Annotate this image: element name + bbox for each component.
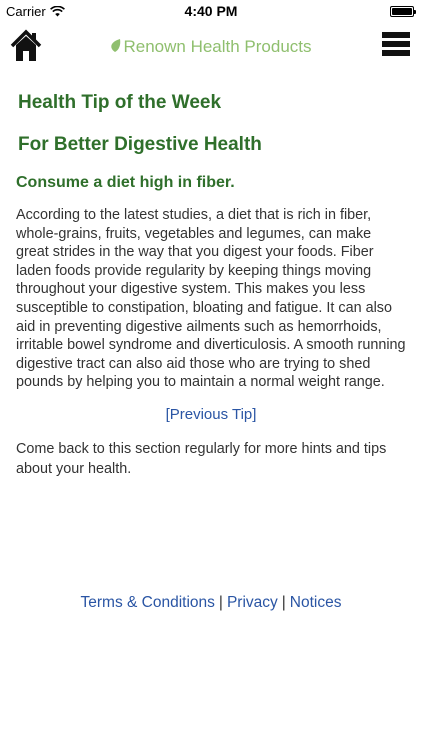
hamburger-menu-icon (382, 32, 410, 38)
status-bar: Carrier 4:40 PM (0, 0, 422, 22)
tip-headline: Consume a diet high in fiber. (16, 174, 235, 191)
footer-separator: | (281, 594, 286, 611)
menu-button[interactable] (382, 32, 410, 60)
previous-tip: [Previous Tip] (16, 406, 406, 423)
closing-text: Come back to this section regularly for … (16, 440, 387, 477)
brand-title[interactable]: Renown Health Products (0, 37, 422, 57)
status-time: 4:40 PM (184, 3, 238, 19)
footer-links: Terms & Conditions | Privacy | Notices (0, 594, 422, 612)
nav-bar: Renown Health Products (0, 26, 422, 70)
privacy-link[interactable]: Privacy (227, 594, 278, 611)
footer-separator: | (218, 594, 223, 611)
leaf-icon (111, 39, 121, 52)
terms-link[interactable]: Terms & Conditions (81, 594, 215, 611)
tip-title: For Better Digestive Health (18, 134, 262, 155)
notices-link[interactable]: Notices (290, 594, 342, 611)
battery-icon (390, 6, 416, 17)
tip-content: Health Tip of the Week For Better Digest… (16, 92, 406, 479)
brand-name: Renown Health Products (123, 37, 312, 56)
section-title: Health Tip of the Week (18, 92, 222, 113)
previous-tip-link[interactable]: [Previous Tip] (166, 406, 257, 423)
tip-body: According to the latest studies, a diet … (16, 207, 406, 391)
